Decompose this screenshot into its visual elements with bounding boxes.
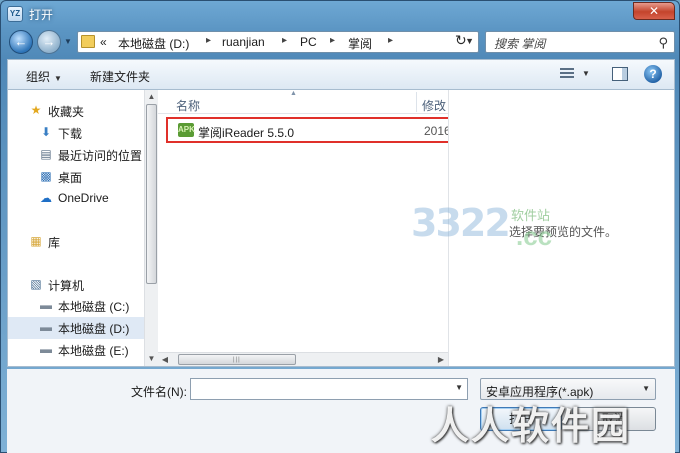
breadcrumb-ruanjian[interactable]: ruanjian [222, 35, 265, 49]
search-input[interactable]: 搜索 掌阅 ⚲ [485, 31, 675, 53]
breadcrumb-drive[interactable]: 本地磁盘 (D:) [118, 35, 189, 52]
chevron-right-icon[interactable]: ▸ [388, 35, 393, 46]
filename-label: 文件名(N): [131, 385, 187, 399]
folder-icon [81, 35, 95, 48]
horizontal-scrollbar[interactable]: ◀ ||| ▶ [158, 352, 448, 366]
star-icon: ★ [30, 103, 42, 117]
onedrive-icon: ☁ [40, 191, 52, 205]
navigation-pane: ★ 收藏夹 ⬇ 下载 ▤ 最近访问的位置 ▩ 桌面 ☁ OneDrive ▦ 库 [8, 90, 158, 366]
search-placeholder: 搜索 掌阅 [494, 37, 546, 51]
title-bar[interactable]: YZ 打开 ✕ [1, 1, 679, 27]
sidebar-item-label: 下载 [58, 127, 83, 141]
watermark-logo-suffix: .cc [516, 221, 553, 251]
chevron-down-icon: ▼ [642, 384, 650, 393]
help-icon[interactable]: ? [644, 65, 662, 83]
sidebar-item-label: 本地磁盘 (C:) [58, 300, 130, 314]
sidebar-item-drive-d[interactable]: ▬ 本地磁盘 (D:) [8, 317, 144, 339]
sidebar-item-computer[interactable]: ▧ 计算机 [8, 274, 144, 296]
chevron-down-icon[interactable]: ▼ [455, 383, 463, 392]
column-name[interactable]: 名称 [176, 97, 200, 114]
scroll-down-icon[interactable]: ▼ [145, 352, 158, 366]
computer-icon: ▧ [30, 277, 42, 291]
close-button[interactable]: ✕ [633, 2, 675, 20]
download-folder-icon: ⬇ [40, 125, 52, 139]
column-divider[interactable] [416, 92, 417, 112]
sidebar-item-label: 桌面 [58, 171, 83, 185]
toolbar: 组织 ▼ 新建文件夹 ▼ ? [7, 59, 675, 89]
apk-file-icon: APK [178, 123, 195, 137]
column-header: 名称 ▲ 修改 [158, 90, 448, 114]
sidebar-item-favorites[interactable]: ★ 收藏夹 [8, 100, 144, 122]
scrollbar-thumb[interactable] [146, 104, 157, 284]
desktop-icon: ▩ [40, 169, 52, 183]
app-icon: YZ [7, 6, 23, 22]
sidebar-item-label: 本地磁盘 (D:) [58, 322, 130, 336]
sidebar-item-desktop[interactable]: ▩ 桌面 [8, 166, 144, 188]
sidebar-item-label: 库 [48, 236, 61, 250]
file-date: 2016 [424, 124, 448, 138]
content-area: ★ 收藏夹 ⬇ 下载 ▤ 最近访问的位置 ▩ 桌面 ☁ OneDrive ▦ 库 [7, 89, 675, 367]
file-name: 掌阅iReader 5.5.0 [198, 126, 295, 140]
drive-icon: ▬ [40, 342, 52, 356]
forward-button[interactable]: → [37, 30, 61, 54]
scroll-left-icon[interactable]: ◀ [158, 353, 172, 367]
preview-pane-icon[interactable] [612, 67, 628, 81]
search-icon[interactable]: ⚲ [658, 35, 668, 51]
sidebar-item-label: 本地磁盘 (E:) [58, 344, 129, 358]
navigation-scrollbar[interactable]: ▲ ▼ [144, 90, 158, 366]
address-row: ← → ▼ « 本地磁盘 (D:) ▸ ruanjian ▸ PC ▸ 掌阅 ▸… [7, 29, 675, 55]
sidebar-item-downloads[interactable]: ⬇ 下载 [8, 122, 144, 144]
back-button[interactable]: ← [9, 30, 33, 54]
sidebar-item-libraries[interactable]: ▦ 库 [8, 231, 144, 253]
sidebar-item-onedrive[interactable]: ☁ OneDrive [8, 188, 144, 210]
caret-down-icon: ▼ [54, 74, 62, 83]
caret-down-icon[interactable]: ▼ [582, 69, 590, 78]
new-folder-button[interactable]: 新建文件夹 [90, 68, 150, 85]
column-date-modified[interactable]: 修改 [422, 97, 446, 114]
recent-places-icon: ▤ [40, 147, 52, 161]
address-bar[interactable]: « 本地磁盘 (D:) ▸ ruanjian ▸ PC ▸ 掌阅 ▸ ▼ [77, 31, 479, 53]
view-options-icon[interactable] [560, 68, 574, 80]
chevron-right-icon[interactable]: ▸ [206, 35, 211, 46]
recent-pages-dropdown[interactable]: ▼ [64, 37, 72, 46]
filename-input[interactable]: ▼ [190, 378, 468, 400]
sidebar-item-label: OneDrive [58, 191, 109, 205]
library-icon: ▦ [30, 234, 42, 248]
open-dialog: YZ 打开 ✕ ← → ▼ « 本地磁盘 (D:) ▸ ruanjian ▸ P… [0, 0, 680, 453]
chevron-right-icon[interactable]: ▸ [282, 35, 287, 46]
scroll-right-icon[interactable]: ▶ [434, 353, 448, 367]
watermark-logo: 3322 [411, 201, 511, 245]
drive-icon: ▬ [40, 320, 52, 334]
sidebar-item-label: 最近访问的位置 [58, 149, 143, 163]
sort-ascending-icon: ▲ [290, 90, 297, 97]
watermark-site-text: 软件站 [511, 208, 551, 223]
chevron-right-icon[interactable]: ▸ [330, 35, 335, 46]
breadcrumb-overflow[interactable]: « [100, 35, 107, 49]
window-title: 打开 [29, 8, 54, 22]
refresh-icon[interactable]: ↻ [455, 32, 467, 49]
organize-label: 组织 [26, 70, 51, 84]
sidebar-item-drive-e[interactable]: ▬ 本地磁盘 (E:) [8, 339, 144, 361]
sidebar-item-recent[interactable]: ▤ 最近访问的位置 [8, 144, 144, 166]
sidebar-item-label: 计算机 [48, 279, 85, 293]
sidebar-item-label: 收藏夹 [48, 105, 85, 119]
watermark-text: 人人软件园 [431, 404, 632, 448]
scroll-up-icon[interactable]: ▲ [145, 90, 158, 104]
file-list: 名称 ▲ 修改 APK 掌阅iReader 5.5.0 2016 [158, 90, 448, 366]
scrollbar-thumb[interactable]: ||| [178, 354, 296, 365]
organize-button[interactable]: 组织 ▼ [26, 68, 62, 85]
sidebar-item-drive-c[interactable]: ▬ 本地磁盘 (C:) [8, 295, 144, 317]
breadcrumb-pc[interactable]: PC [300, 35, 317, 49]
drive-c-icon: ▬ [40, 298, 52, 312]
breadcrumb-zhangyue[interactable]: 掌阅 [348, 35, 372, 52]
file-row[interactable]: APK 掌阅iReader 5.5.0 2016 [166, 117, 448, 143]
